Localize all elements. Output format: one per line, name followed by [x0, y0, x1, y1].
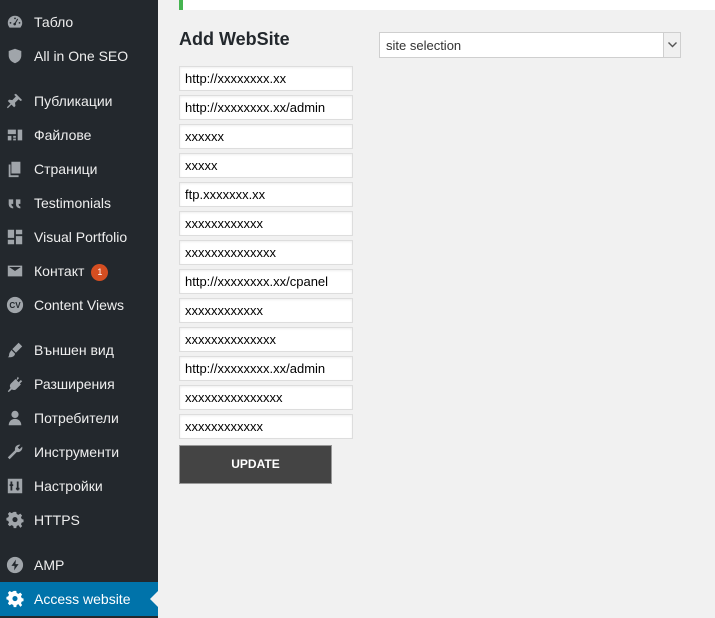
menu-item-amp[interactable]: AMP [0, 548, 158, 582]
menu-item-contact[interactable]: Контакт 1 [0, 254, 158, 288]
menu-item-all-in-one-seo[interactable]: All in One SEO [0, 39, 158, 73]
pin-icon [6, 92, 24, 110]
site-selection-value: site selection [386, 38, 462, 53]
ftp-password-field[interactable] [179, 240, 353, 265]
admin-password-field[interactable] [179, 153, 353, 178]
menu-label: Content Views [34, 297, 125, 313]
gear-icon [6, 590, 24, 608]
menu-label: Visual Portfolio [34, 229, 128, 245]
menu-label: Access website [34, 591, 131, 607]
cpanel-url-field[interactable] [179, 269, 353, 294]
website-url-field[interactable] [179, 66, 353, 91]
menu-label: All in One SEO [34, 48, 129, 64]
chevron-down-icon [663, 33, 680, 57]
site-selection-dropdown[interactable]: site selection [379, 32, 681, 58]
gear-icon [6, 511, 24, 529]
menu-item-visual-portfolio[interactable]: Visual Portfolio [0, 220, 158, 254]
menu-item-dashboard[interactable]: Табло [0, 5, 158, 39]
ftp-host-field[interactable] [179, 182, 353, 207]
notice-edge [179, 0, 715, 10]
pages-icon [6, 160, 24, 178]
menu-label: Настройки [34, 478, 103, 494]
menu-item-users[interactable]: Потребители [0, 401, 158, 435]
menu-label: Контакт [34, 263, 85, 279]
bolt-icon [6, 556, 24, 574]
wrench-icon [6, 443, 24, 461]
grid-icon [6, 228, 24, 246]
ftp-username-field[interactable] [179, 211, 353, 236]
admin-url-field[interactable] [179, 95, 353, 120]
extra-username-field[interactable] [179, 385, 353, 410]
menu-item-pages[interactable]: Страници [0, 152, 158, 186]
menu-item-settings[interactable]: Настройки [0, 469, 158, 503]
settings-sliders-icon [6, 477, 24, 495]
dashboard-icon [6, 13, 24, 31]
menu-label: Testimonials [34, 195, 112, 211]
cpanel-password-field[interactable] [179, 327, 353, 352]
menu-item-access-website[interactable]: Access website [0, 582, 158, 616]
menu-label: HTTPS [34, 512, 80, 528]
brush-icon [6, 341, 24, 359]
menu-item-https[interactable]: HTTPS [0, 503, 158, 537]
admin-sidebar: Табло All in One SEO Публикации Файлове … [0, 0, 158, 618]
menu-label: Табло [34, 14, 74, 30]
cv-icon: CV [6, 296, 24, 314]
admin-username-field[interactable] [179, 124, 353, 149]
extra-url-field[interactable] [179, 356, 353, 381]
menu-label: Разширения [34, 376, 115, 392]
menu-label: Файлове [34, 127, 92, 143]
menu-label: Публикации [34, 93, 113, 109]
user-icon [6, 409, 24, 427]
menu-label-wrap: Контакт 1 [34, 263, 109, 281]
cpanel-username-field[interactable] [179, 298, 353, 323]
menu-item-media[interactable]: Файлове [0, 118, 158, 152]
menu-label: Инструменти [34, 444, 120, 460]
menu-label: Външен вид [34, 342, 114, 358]
extra-password-field[interactable] [179, 414, 353, 439]
menu-item-testimonials[interactable]: Testimonials [0, 186, 158, 220]
menu-item-posts[interactable]: Публикации [0, 84, 158, 118]
svg-text:CV: CV [9, 301, 21, 310]
quote-icon [6, 194, 24, 212]
menu-item-tools[interactable]: Инструменти [0, 435, 158, 469]
menu-label: AMP [34, 557, 65, 573]
plug-icon [6, 375, 24, 393]
shield-icon [6, 47, 24, 65]
menu-item-appearance[interactable]: Външен вид [0, 333, 158, 367]
menu-label: Страници [34, 161, 98, 177]
menu-label: Потребители [34, 410, 119, 426]
notification-badge: 1 [91, 264, 109, 281]
media-icon [6, 126, 24, 144]
update-button[interactable]: UPDATE [179, 445, 332, 484]
menu-item-content-views[interactable]: CV Content Views [0, 288, 158, 322]
page-title: Add WebSite [179, 29, 290, 49]
envelope-icon [6, 262, 24, 280]
menu-item-plugins[interactable]: Разширения [0, 367, 158, 401]
